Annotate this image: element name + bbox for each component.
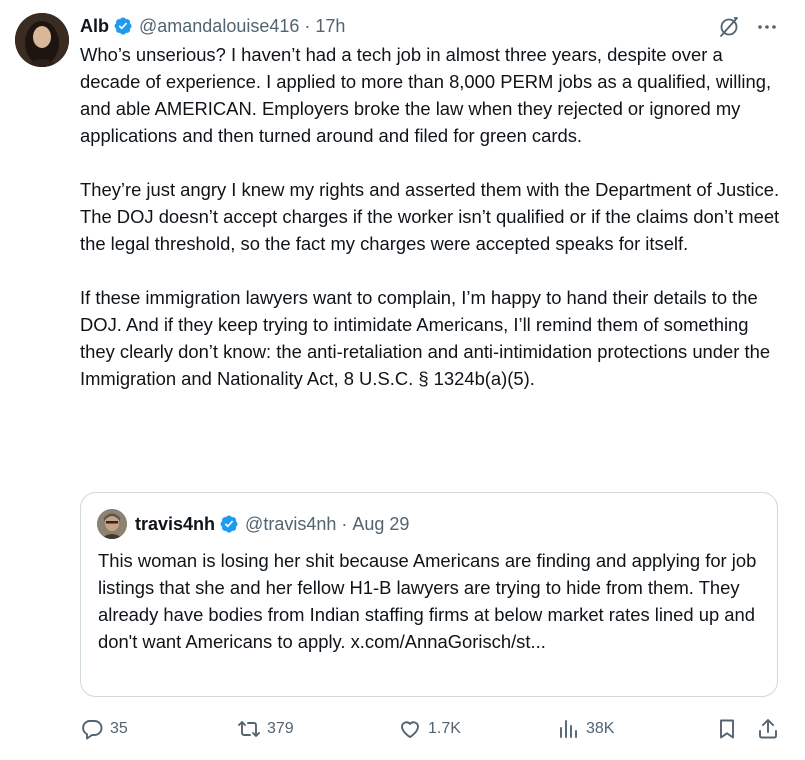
separator-dot: · — [304, 15, 311, 36]
tweet-time[interactable]: 17h — [315, 16, 345, 37]
more-icon[interactable] — [755, 15, 779, 39]
share-button[interactable] — [756, 714, 780, 744]
like-count: 1.7K — [428, 720, 461, 737]
bookmark-icon — [720, 719, 734, 739]
repost-count: 379 — [267, 720, 294, 737]
heart-icon — [401, 721, 419, 738]
quoted-tweet-date: Aug 29 — [352, 513, 410, 534]
separator-dot: · — [341, 513, 348, 534]
reply-count: 35 — [110, 720, 128, 737]
tweet-paragraph: They’re just angry I knew my rights and … — [80, 179, 780, 254]
like-button[interactable]: 1.7K — [398, 714, 461, 744]
quoted-author-avatar — [97, 509, 127, 539]
quoted-tweet-text: This woman is losing her shit because Am… — [98, 550, 757, 652]
grok-icon[interactable] — [717, 15, 741, 39]
views-count: 38K — [586, 720, 615, 737]
tweet-paragraph: Who’s unserious? I haven’t had a tech jo… — [80, 44, 772, 146]
quoted-tweet-header: travis4nh @travis4nh · Aug 29 — [97, 509, 409, 539]
bookmark-button[interactable] — [715, 714, 739, 744]
tweet-header: Alb @amandalouise416 · 17h — [80, 13, 345, 39]
quoted-author-handle: @travis4nh — [245, 513, 337, 534]
author-avatar[interactable] — [15, 13, 69, 67]
tweet-text: Who’s unserious? I haven’t had a tech jo… — [80, 41, 780, 392]
views-icon — [560, 720, 577, 738]
tweet: Alb @amandalouise416 · 17h Who’s unserio… — [0, 0, 805, 760]
tweet-paragraph: If these immigration lawyers want to com… — [80, 287, 771, 389]
verified-badge-icon — [114, 17, 132, 35]
share-icon — [759, 719, 777, 739]
views-button[interactable]: 38K — [556, 714, 614, 744]
verified-badge-icon — [220, 515, 238, 533]
tweet-top-actions — [717, 15, 779, 39]
repost-icon — [238, 721, 260, 737]
author-name[interactable]: Alb — [80, 16, 109, 37]
tweet-actions-bar: 35 379 1.7K 38K — [80, 714, 780, 744]
reply-button[interactable]: 35 — [80, 714, 128, 744]
repost-button[interactable]: 379 — [237, 714, 294, 744]
quoted-author-name: travis4nh — [135, 513, 216, 534]
author-handle[interactable]: @amandalouise416 — [139, 16, 299, 37]
quoted-tweet[interactable]: travis4nh @travis4nh · Aug 29 This woman… — [80, 492, 778, 697]
reply-icon — [82, 720, 103, 740]
